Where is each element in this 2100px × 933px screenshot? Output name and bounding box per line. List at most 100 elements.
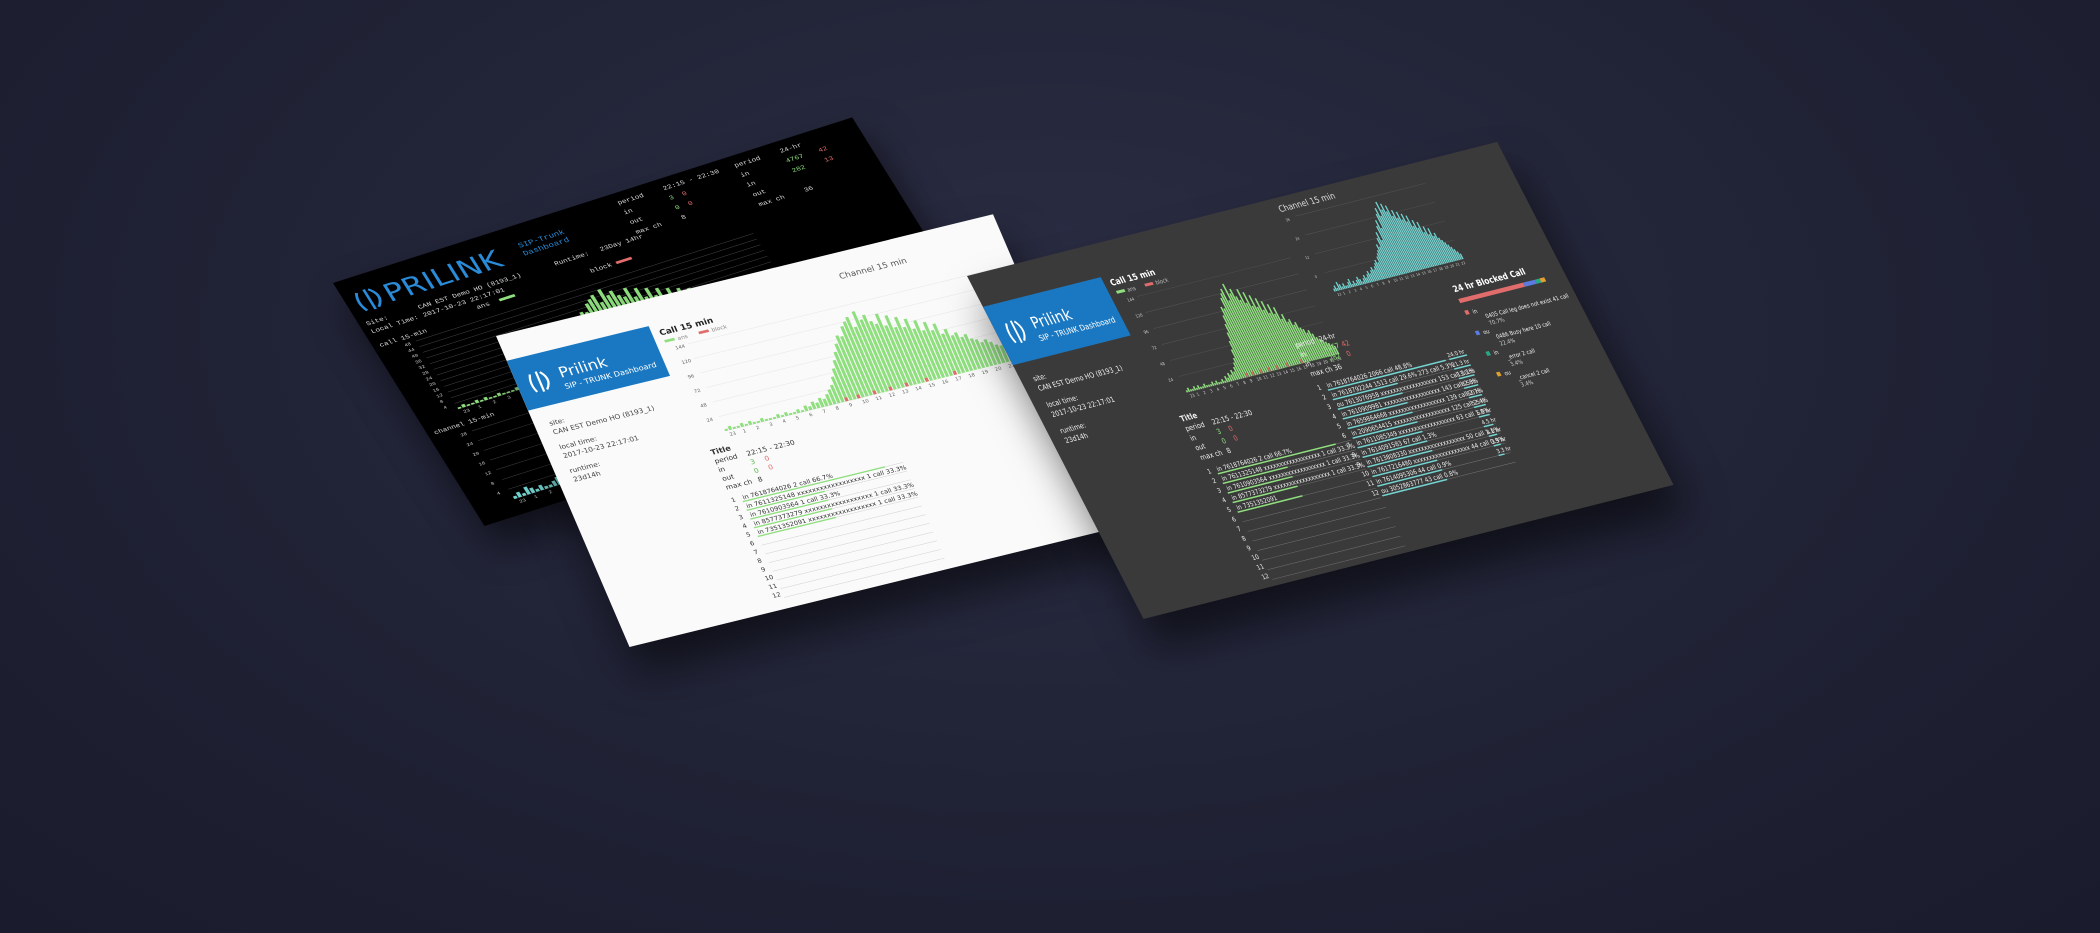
x-tick-label: 5: [1222, 385, 1227, 391]
x-tick-label: 2: [755, 425, 760, 431]
x-tick-label: 23: [1189, 393, 1196, 399]
x-tick-label: 1: [477, 404, 483, 410]
x-tick-label: 17: [954, 376, 963, 383]
period24-label: period: [733, 155, 763, 169]
row-index: 4: [1221, 497, 1228, 505]
x-tick-label: 3: [1353, 288, 1357, 292]
legend-block-label: block: [1154, 277, 1170, 286]
in-label: in: [1189, 434, 1198, 443]
blocked-desc: 0486 Busy here 10 call: [1495, 321, 1553, 341]
in24b-value: 282: [791, 164, 808, 174]
period-value: 22:15 - 22:30: [745, 438, 796, 458]
blocked-dir: in: [1472, 309, 1480, 316]
maxch-value: 8: [680, 214, 688, 222]
row-index: 4: [741, 523, 748, 530]
x-tick-label: 14: [1282, 369, 1289, 375]
blocked-desc: _cancel 2 call: [1516, 368, 1552, 382]
x-tick-label: 16: [941, 379, 950, 386]
x-tick-label: 15: [928, 382, 937, 389]
y-tick-label: 12: [484, 470, 493, 477]
row-divider: [1272, 545, 1406, 580]
y-tick-label: 12: [435, 393, 444, 400]
legend-ans-swatch: [664, 337, 676, 343]
y-tick-label: 24: [466, 441, 475, 448]
bar: [1199, 386, 1203, 389]
in-value: 3: [1215, 427, 1223, 436]
blocked-pct: 3.4%: [1520, 380, 1535, 389]
x-tick-label: 3: [769, 422, 774, 428]
legend-block-swatch: [698, 329, 710, 335]
block-bar: [952, 370, 958, 375]
top-callers-table: 1 in 7618764026 2 call 66.7%2 in 761132514…: [1206, 439, 1406, 581]
legend-block-label: block: [589, 262, 614, 275]
legend-ans-swatch: [1115, 288, 1126, 294]
row-index: 8: [756, 558, 763, 565]
top-callers-table: 1 in 7618764026 2 call 66.7%2 in 761132514…: [730, 462, 945, 600]
x-tick-label: 2: [548, 489, 554, 495]
x-tick-label: 17: [1432, 268, 1438, 273]
row-index: 2: [1211, 478, 1218, 486]
x-tick-label: 3: [506, 395, 512, 401]
y-tick-label: 144: [1126, 296, 1136, 303]
bar: [756, 420, 761, 424]
blocked-dir: ou: [1503, 370, 1512, 378]
row-index: 2: [1321, 394, 1328, 402]
bar: [795, 408, 801, 414]
row-index: 2: [734, 506, 741, 513]
row-index: 4: [1331, 413, 1338, 421]
x-tick-label: 20: [1322, 359, 1329, 365]
bar: [496, 392, 502, 397]
y-tick-label: 8: [490, 481, 496, 487]
bar: [1209, 384, 1213, 387]
bar: [1201, 386, 1205, 389]
x-tick-label: 9: [1249, 378, 1254, 384]
blocked-swatch: [1495, 371, 1502, 377]
blocked-call-list: in 0405 Call leg does not exist 41 call70…: [1464, 293, 1571, 389]
bar: [535, 488, 540, 492]
x-tick-label: 8: [835, 406, 840, 412]
x-tick-label: 15: [1289, 367, 1296, 373]
y-tick-label: 12: [1304, 255, 1310, 260]
bar: [752, 421, 757, 425]
row-index: 10: [764, 574, 775, 582]
bar: [727, 425, 733, 431]
x-tick-label: 3: [1209, 388, 1214, 394]
period-value: 22:15 - 22:30: [1210, 409, 1254, 427]
x-tick-label: 21: [1455, 262, 1461, 267]
bar: [1223, 380, 1227, 383]
out-label: out: [628, 216, 645, 226]
bar: [543, 485, 549, 490]
call-15min-chart: 1441209672482423123456789101112131415161…: [1126, 257, 1343, 399]
in-label: in: [622, 208, 634, 217]
row-index: 3: [738, 514, 745, 521]
x-tick-label: 1: [742, 428, 747, 434]
bar: [1205, 385, 1209, 388]
blocked-dir: ou: [1482, 329, 1491, 337]
y-tick-label: 120: [1134, 312, 1144, 319]
bar: [1213, 383, 1217, 386]
channel-chart-title: Channel 15 min: [1276, 190, 1337, 214]
x-tick-label: 4: [1359, 287, 1364, 292]
row-divider: [765, 514, 926, 555]
bar: [744, 423, 749, 427]
x-tick-label: 8: [1382, 281, 1386, 285]
row-divider: [783, 557, 945, 598]
y-tick-label: 4: [496, 491, 502, 497]
out-label: out: [1194, 442, 1208, 452]
maxch-value: 8: [1225, 447, 1233, 456]
row-index: 5: [745, 532, 752, 539]
x-tick-label: 20: [1449, 264, 1455, 269]
x-tick-label: 7: [822, 409, 827, 415]
bar: [1195, 387, 1199, 390]
out-value: 0: [674, 204, 682, 212]
row-index: 8: [1241, 535, 1248, 543]
y-tick-label: 8: [439, 399, 445, 405]
bar: [775, 413, 781, 419]
bar: [1189, 389, 1193, 392]
y-tick-label: 24: [1167, 377, 1174, 383]
y-tick-label: 72: [693, 388, 702, 395]
row-index: 7: [1236, 526, 1243, 534]
block-bar: [888, 386, 893, 391]
x-tick-label: 5: [1365, 286, 1369, 290]
y-tick-label: 48: [699, 403, 708, 410]
